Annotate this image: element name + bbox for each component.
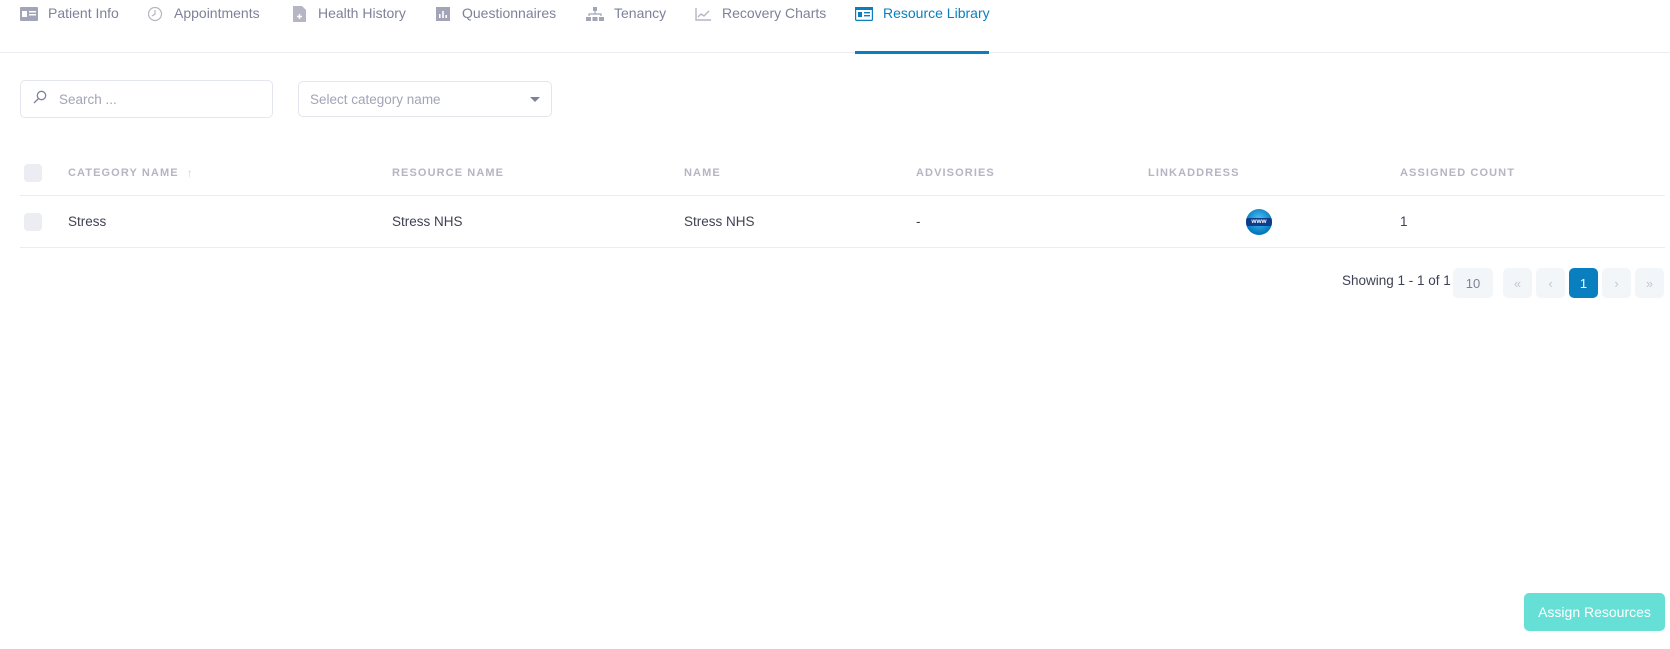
tab-appointments[interactable]: Appointments <box>146 0 260 53</box>
assign-resources-button[interactable]: Assign Resources <box>1524 593 1665 631</box>
tab-health-history[interactable]: Health History <box>290 0 406 53</box>
table-header: Category Name ↑ Resource Name Name Advis… <box>20 150 1665 196</box>
tab-patient-info[interactable]: Patient Info <box>20 0 119 53</box>
pagination-info: Showing 1 - 1 of 1 <box>1342 273 1451 288</box>
tab-label: Tenancy <box>614 5 667 21</box>
column-header-label: Name <box>684 166 721 179</box>
column-header-name[interactable]: Name <box>684 150 721 195</box>
cell-name: Stress NHS <box>684 214 755 229</box>
file-plus-icon <box>290 6 308 22</box>
column-header-linkaddress[interactable]: Linkaddress <box>1148 150 1240 195</box>
column-header-resource-name[interactable]: Resource Name <box>392 150 504 195</box>
page-size-select[interactable]: 10 <box>1453 268 1493 298</box>
tab-recovery-charts[interactable]: Recovery Charts <box>694 0 826 53</box>
cell-advisories: - <box>916 214 921 229</box>
bar-chart-icon <box>434 6 452 22</box>
column-header-label: Advisories <box>916 166 995 179</box>
tab-label: Recovery Charts <box>722 5 827 21</box>
previous-page-button[interactable]: ‹ <box>1536 268 1565 298</box>
column-header-category-name[interactable]: Category Name ↑ <box>68 150 194 195</box>
first-page-button[interactable]: « <box>1503 268 1532 298</box>
id-card-icon <box>20 6 38 22</box>
cell-assigned-count: 1 <box>1400 214 1408 229</box>
www-globe-icon[interactable]: www <box>1246 208 1272 235</box>
next-page-button[interactable]: › <box>1602 268 1631 298</box>
search-icon <box>33 90 47 109</box>
category-select[interactable]: Select category name <box>298 81 552 117</box>
column-header-label: Linkaddress <box>1148 166 1240 179</box>
column-header-label: Category Name <box>68 166 179 179</box>
sitemap-icon <box>586 6 604 22</box>
page-button-current[interactable]: 1 <box>1569 268 1598 298</box>
select-all-checkbox[interactable] <box>24 163 42 182</box>
tab-resource-library[interactable]: Resource Library <box>855 0 990 54</box>
search-box <box>20 80 273 118</box>
column-header-advisories[interactable]: Advisories <box>916 150 995 195</box>
row-checkbox[interactable] <box>24 212 42 231</box>
select-all-cell <box>24 150 42 195</box>
resource-table: Category Name ↑ Resource Name Name Advis… <box>20 150 1665 248</box>
chevron-down-icon <box>530 97 540 102</box>
cell-linkaddress: www <box>1246 196 1272 247</box>
table-row[interactable]: Stress Stress NHS Stress NHS - www 1 <box>20 196 1665 248</box>
tab-questionnaires[interactable]: Questionnaires <box>434 0 556 53</box>
column-header-assigned-count[interactable]: Assigned Count <box>1400 150 1515 195</box>
tab-tenancy[interactable]: Tenancy <box>586 0 666 53</box>
tab-label: Patient Info <box>48 5 119 21</box>
category-select-placeholder: Select category name <box>310 91 441 107</box>
cell-resource-name: Stress NHS <box>392 214 463 229</box>
row-select-cell <box>24 196 42 247</box>
tab-label: Questionnaires <box>462 5 557 21</box>
cell-category-name: Stress <box>68 214 107 229</box>
column-header-label: Resource Name <box>392 166 505 179</box>
column-header-label: Assigned Count <box>1400 166 1516 179</box>
last-page-button[interactable]: » <box>1635 268 1664 298</box>
clock-icon <box>146 6 164 22</box>
tab-label: Health History <box>318 5 406 21</box>
tab-bar: Patient Info Appointments Health History… <box>0 0 1670 54</box>
sort-ascending-icon: ↑ <box>186 165 194 180</box>
id-card-icon <box>855 6 873 22</box>
tab-label: Appointments <box>174 5 260 21</box>
line-chart-icon <box>694 6 712 22</box>
tab-label: Resource Library <box>883 5 990 21</box>
search-input[interactable] <box>59 91 249 107</box>
